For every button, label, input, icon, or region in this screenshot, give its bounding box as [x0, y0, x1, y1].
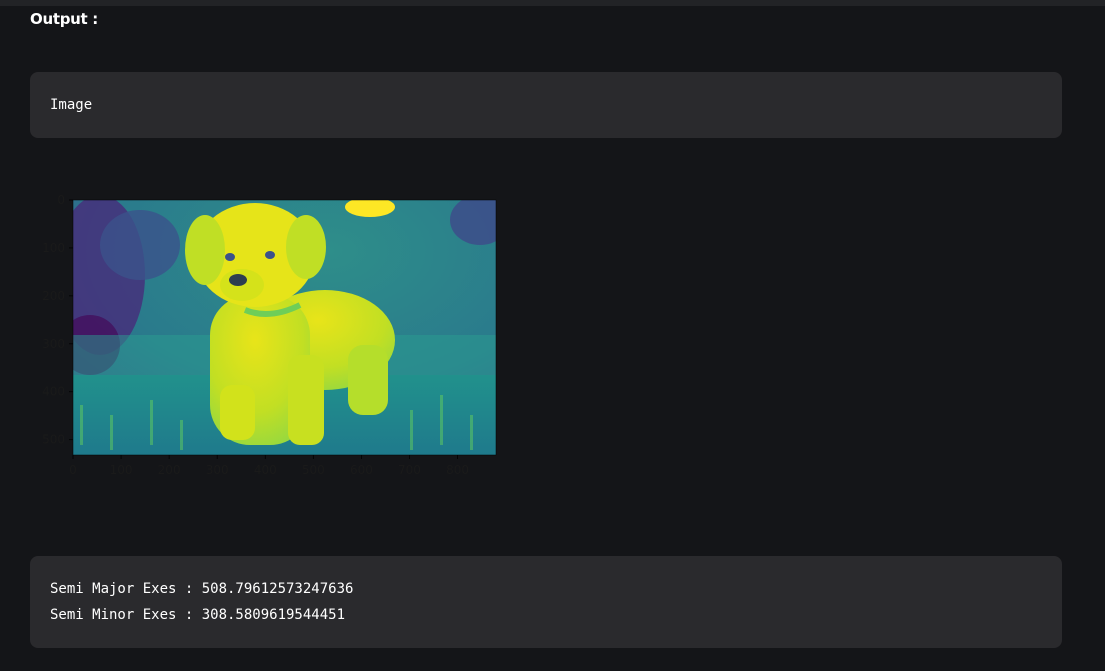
x-tick-label: 700 — [398, 463, 421, 477]
x-axis: 0 100 200 300 400 500 600 700 800 — [69, 455, 469, 477]
image-label: Image — [50, 97, 93, 113]
x-tick-label: 800 — [446, 463, 469, 477]
y-tick-label: 500 — [42, 433, 65, 447]
x-tick-label: 300 — [206, 463, 229, 477]
y-tick-label: 300 — [42, 337, 65, 351]
semi-major-line: Semi Major Exes : 508.79612573247636 — [50, 581, 354, 597]
y-tick-label: 0 — [57, 193, 65, 207]
y-tick-label: 100 — [42, 241, 65, 255]
puppy-image — [73, 200, 496, 455]
x-tick-label: 400 — [254, 463, 277, 477]
image-plot: 0 100 200 300 400 500 0 100 200 300 400 500 600 700 8… — [30, 185, 510, 485]
result-box: Semi Major Exes : 508.79612573247636 Sem… — [30, 556, 1062, 648]
y-tick-label: 400 — [42, 385, 65, 399]
plot-svg: 0 100 200 300 400 500 0 100 200 300 400 500 600 700 8… — [42, 193, 497, 477]
top-strip — [0, 0, 1105, 6]
output-heading: Output : — [30, 10, 99, 28]
y-tick-label: 200 — [42, 289, 65, 303]
y-axis: 0 100 200 300 400 500 — [42, 193, 73, 447]
image-label-box: Image — [30, 72, 1062, 138]
semi-minor-line: Semi Minor Exes : 308.5809619544451 — [50, 607, 346, 623]
x-tick-label: 100 — [110, 463, 133, 477]
x-tick-label: 600 — [350, 463, 373, 477]
x-tick-label: 0 — [69, 463, 77, 477]
x-tick-label: 500 — [302, 463, 325, 477]
x-tick-label: 200 — [158, 463, 181, 477]
